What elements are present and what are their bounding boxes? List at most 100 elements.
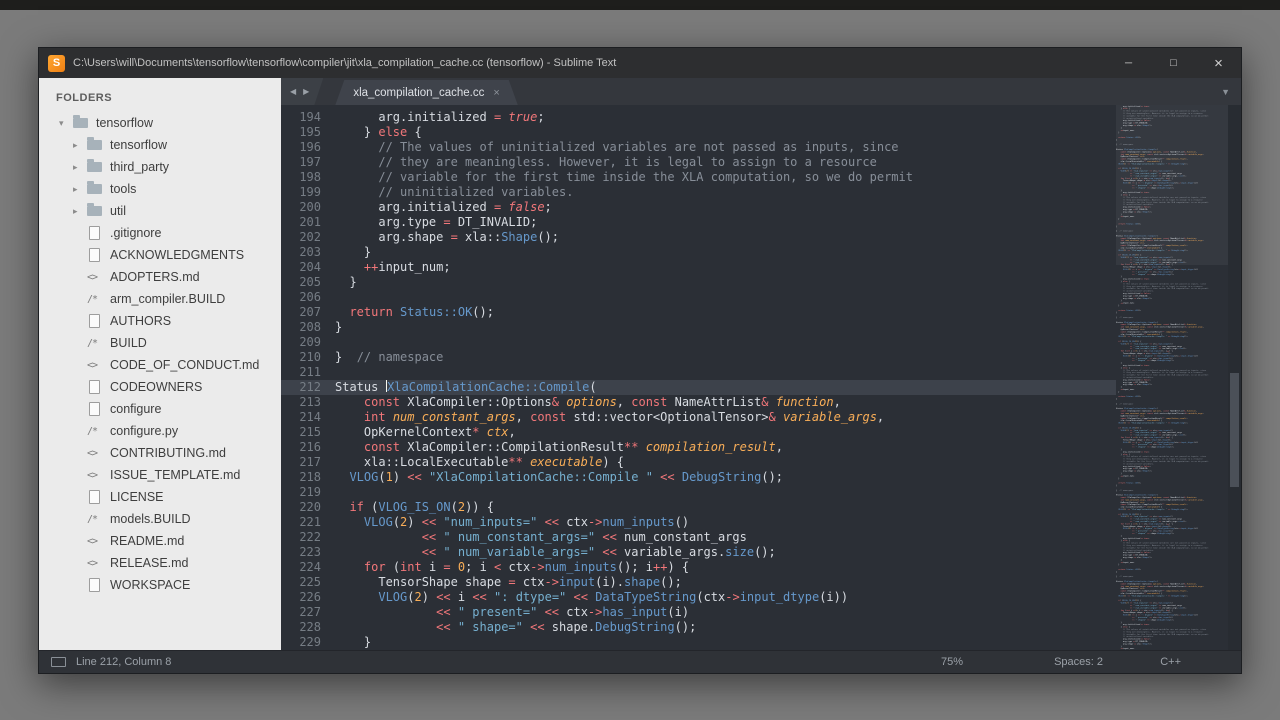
tree-item-arm_compiler.BUILD[interactable]: /*arm_compiler.BUILD	[39, 288, 281, 310]
line-number[interactable]: 222	[281, 530, 321, 545]
line-number[interactable]: 194	[281, 110, 321, 125]
tree-item-tensorflow[interactable]: ▸tensorflow	[39, 134, 281, 156]
code-line[interactable]: 200 arg.initialized = false;	[281, 200, 1116, 215]
code-area[interactable]: 194 arg.initialized = true;195 } else {1…	[281, 105, 1116, 650]
code-line[interactable]: 210} // namespace	[281, 350, 1116, 365]
line-number[interactable]: 216	[281, 440, 321, 455]
tree-item-LICENSE[interactable]: LICENSE	[39, 486, 281, 508]
status-syntax[interactable]: C++	[1160, 651, 1181, 673]
minimap-viewport[interactable]	[1116, 105, 1228, 265]
tree-item-configure[interactable]: configure	[39, 398, 281, 420]
tree-item-.gitignore[interactable]: .gitignore	[39, 222, 281, 244]
code-line[interactable]: 212Status XlaCompilationCache::Compile(	[281, 380, 1116, 395]
code-line[interactable]: 215 OpKernelContext* ctx,	[281, 425, 1116, 440]
status-zoom[interactable]: 75%	[941, 651, 963, 673]
code-line[interactable]: 195 } else {	[281, 125, 1116, 140]
line-number[interactable]: 208	[281, 320, 321, 335]
tree-item-tools[interactable]: ▸tools	[39, 178, 281, 200]
tab-xla-compilation-cache[interactable]: xla_compilation_cache.cc ×	[335, 80, 517, 105]
tree-item-CONTRIBUTING.md[interactable]: <>CONTRIBUTING.md	[39, 442, 281, 464]
code-line[interactable]: 221 VLOG(2) << "num_inputs=" << ctx->num…	[281, 515, 1116, 530]
line-number[interactable]: 200	[281, 200, 321, 215]
line-number[interactable]: 229	[281, 635, 321, 650]
tree-item-BUILD[interactable]: /*BUILD	[39, 332, 281, 354]
line-number[interactable]: 220	[281, 500, 321, 515]
code-line[interactable]: 220 if (VLOG_IS_ON(2)) {	[281, 500, 1116, 515]
expand-arrow-icon[interactable]: ▸	[73, 206, 87, 217]
tree-item-README.md[interactable]: <>README.md	[39, 530, 281, 552]
line-number[interactable]: 228	[281, 620, 321, 635]
vintage-mode-icon[interactable]	[51, 657, 66, 667]
code-line[interactable]: 226 VLOG(2) << i << ": dtype=" << DataTy…	[281, 590, 1116, 605]
line-number[interactable]: 198	[281, 170, 321, 185]
status-indentation[interactable]: Spaces: 2	[1054, 651, 1103, 673]
code-line[interactable]: 194 arg.initialized = true;	[281, 110, 1116, 125]
tree-item-models.BUILD[interactable]: /*models.BUILD	[39, 508, 281, 530]
tree-item-ADOPTERS.md[interactable]: <>ADOPTERS.md	[39, 266, 281, 288]
code-line[interactable]: 202 arg.shape = xla::Shape();	[281, 230, 1116, 245]
close-button[interactable]: ×	[1196, 48, 1241, 78]
line-number[interactable]: 209	[281, 335, 321, 350]
line-number[interactable]: 217	[281, 455, 321, 470]
code-line[interactable]: 216 const XlaCompiler::CompilationResult…	[281, 440, 1116, 455]
line-number[interactable]: 213	[281, 395, 321, 410]
tree-item-CODEOWNERS[interactable]: CODEOWNERS	[39, 376, 281, 398]
maximize-button[interactable]: □	[1151, 48, 1196, 78]
line-number[interactable]: 224	[281, 560, 321, 575]
code-line[interactable]: 229 }	[281, 635, 1116, 650]
code-line[interactable]: 204 ++input_num;	[281, 260, 1116, 275]
code-line[interactable]: 213 const XlaCompiler::Options& options,…	[281, 395, 1116, 410]
line-number[interactable]: 207	[281, 305, 321, 320]
nav-back-icon[interactable]: ◀	[290, 87, 296, 96]
code-line[interactable]: 211	[281, 365, 1116, 380]
tree-item-AUTHORS[interactable]: AUTHORS	[39, 310, 281, 332]
line-number[interactable]: 196	[281, 140, 321, 155]
line-number[interactable]: 221	[281, 515, 321, 530]
overflow-dropdown-icon[interactable]: ▼	[1221, 87, 1230, 97]
line-number[interactable]: 214	[281, 410, 321, 425]
collapse-arrow-icon[interactable]: ▾	[59, 118, 73, 129]
nav-forward-icon[interactable]: ▶	[303, 87, 309, 96]
code-line[interactable]: 208}	[281, 320, 1116, 335]
line-number[interactable]: 204	[281, 260, 321, 275]
code-line[interactable]: 197 // they are meaningless. However, it…	[281, 155, 1116, 170]
line-number[interactable]: 215	[281, 425, 321, 440]
tree-item-third_party[interactable]: ▸third_party	[39, 156, 281, 178]
line-number[interactable]: 203	[281, 245, 321, 260]
line-number[interactable]: 197	[281, 155, 321, 170]
tree-item-CODE_OF_CONDUCT.md[interactable]: <>CODE_OF_CONDUCT.md	[39, 354, 281, 376]
line-number[interactable]: 227	[281, 605, 321, 620]
line-number[interactable]: 226	[281, 590, 321, 605]
tree-item-configure.py[interactable]: /*configure.py	[39, 420, 281, 442]
code-line[interactable]: 223 << " num_variable_args=" << variable…	[281, 545, 1116, 560]
expand-arrow-icon[interactable]: ▸	[73, 184, 87, 195]
tab-close-icon[interactable]: ×	[493, 87, 499, 99]
code-line[interactable]: 205 }	[281, 275, 1116, 290]
code-line[interactable]: 196 // The values of uninitialized varia…	[281, 140, 1116, 155]
minimize-button[interactable]: ─	[1106, 48, 1151, 78]
scrollbar-thumb[interactable]	[1230, 373, 1239, 487]
code-line[interactable]: 198 // variable for the first time insid…	[281, 170, 1116, 185]
title-bar[interactable]: S C:\Users\will\Documents\tensorflow\ten…	[39, 48, 1241, 78]
tree-item-util[interactable]: ▸util	[39, 200, 281, 222]
tree-item-tensorflow[interactable]: ▾tensorflow	[39, 112, 281, 134]
line-number[interactable]: 206	[281, 290, 321, 305]
line-number[interactable]: 219	[281, 485, 321, 500]
code-line[interactable]: 219	[281, 485, 1116, 500]
line-number[interactable]: 223	[281, 545, 321, 560]
code-line[interactable]: 228 << " shape=" << shape.DebugString();	[281, 620, 1116, 635]
expand-arrow-icon[interactable]: ▸	[73, 162, 87, 173]
scrollbar[interactable]	[1228, 105, 1241, 650]
code-line[interactable]: 224 for (int i = 0; i < ctx->num_inputs(…	[281, 560, 1116, 575]
line-number[interactable]: 210	[281, 350, 321, 365]
code-line[interactable]: 227 << " present=" << ctx->has_input(i)	[281, 605, 1116, 620]
code-line[interactable]: 207 return Status::OK();	[281, 305, 1116, 320]
expand-arrow-icon[interactable]: ▸	[73, 140, 87, 151]
line-number[interactable]: 199	[281, 185, 321, 200]
code-line[interactable]: 203 }	[281, 245, 1116, 260]
code-line[interactable]: 222 << " num_constant_args=" << num_cons…	[281, 530, 1116, 545]
line-number[interactable]: 202	[281, 230, 321, 245]
line-number[interactable]: 201	[281, 215, 321, 230]
tree-item-ACKNOWLEDGMENTS[interactable]: ACKNOWLEDGMENTS	[39, 244, 281, 266]
tree-item-ISSUE_TEMPLATE.md[interactable]: <>ISSUE_TEMPLATE.md	[39, 464, 281, 486]
